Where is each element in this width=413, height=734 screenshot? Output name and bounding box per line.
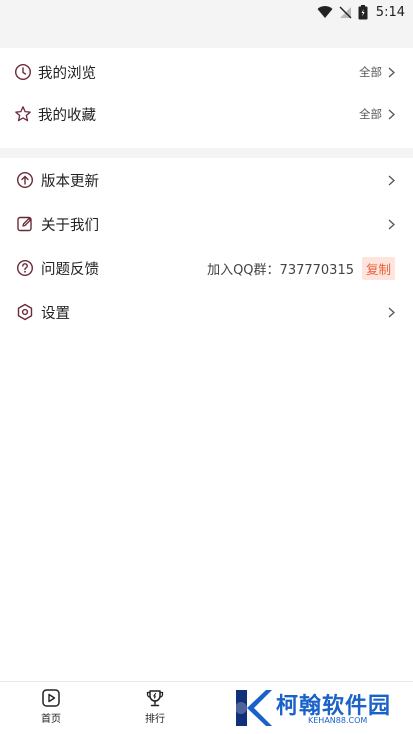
my-browsing-row[interactable]: 我的浏览 全部	[0, 52, 413, 92]
feedback-right: 加入QQ群：737770315 复制	[207, 256, 395, 280]
play-icon	[42, 689, 60, 707]
settings-label: 设置	[41, 305, 70, 322]
version-update-arrow	[388, 175, 395, 186]
feedback-row[interactable]: 问题反馈 加入QQ群：737770315 复制	[0, 248, 413, 288]
settings-section: 版本更新 关于我们 问题反馈 加入QQ群：737770315 复制 设置	[0, 158, 413, 338]
feedback-label: 问题反馈	[41, 261, 99, 278]
k-logo-icon	[235, 690, 272, 726]
my-favorites-all-link[interactable]: 全部	[359, 106, 395, 122]
star-icon	[15, 106, 31, 122]
chevron-right-icon	[388, 109, 395, 119]
signal-off-icon	[339, 6, 352, 18]
question-circle-icon	[16, 259, 34, 277]
history-section: 我的浏览 全部 我的收藏 全部	[0, 48, 413, 148]
nav-home[interactable]: 首页	[21, 688, 81, 725]
status-icons: 5:14	[317, 3, 405, 21]
my-browsing-all-link[interactable]: 全部	[359, 64, 395, 80]
my-browsing-label: 我的浏览	[38, 65, 96, 82]
about-us-row[interactable]: 关于我们	[0, 204, 413, 244]
version-update-row[interactable]: 版本更新	[0, 160, 413, 200]
chevron-right-icon	[388, 219, 395, 229]
status-bar: 5:14	[0, 0, 413, 48]
copy-button[interactable]: 复制	[361, 256, 395, 280]
arrow-up-circle-icon	[16, 171, 34, 189]
section-divider	[0, 148, 413, 158]
status-time: 5:14	[375, 4, 405, 20]
watermark-subtext: KEHAN88.COM	[308, 716, 368, 725]
my-favorites-label: 我的收藏	[38, 107, 96, 124]
about-us-label: 关于我们	[41, 217, 99, 234]
chevron-right-icon	[388, 175, 395, 185]
chevron-right-icon	[388, 307, 395, 317]
all-label: 全部	[359, 107, 382, 121]
version-update-label: 版本更新	[41, 173, 99, 190]
qq-group-text: 加入QQ群：737770315	[207, 262, 354, 278]
gear-icon	[17, 303, 33, 321]
nav-ranking[interactable]: 排行	[125, 688, 185, 725]
battery-icon	[358, 4, 368, 19]
watermark-logo: 柯翰软件园 KEHAN88.COM	[232, 686, 402, 730]
bottom-nav: 首页 排行 柯翰软件园 KEHAN88.COM	[0, 681, 413, 734]
nav-ranking-label: 排行	[145, 714, 165, 725]
all-label: 全部	[359, 65, 382, 79]
wifi-icon	[317, 6, 333, 19]
clock-icon	[14, 63, 32, 81]
settings-row[interactable]: 设置	[0, 292, 413, 332]
my-favorites-row[interactable]: 我的收藏 全部	[0, 94, 413, 134]
settings-arrow	[388, 307, 395, 318]
chevron-right-icon	[388, 67, 395, 77]
about-us-arrow	[388, 219, 395, 230]
nav-home-label: 首页	[41, 714, 61, 725]
edit-icon	[17, 216, 32, 232]
trophy-icon	[146, 690, 164, 707]
